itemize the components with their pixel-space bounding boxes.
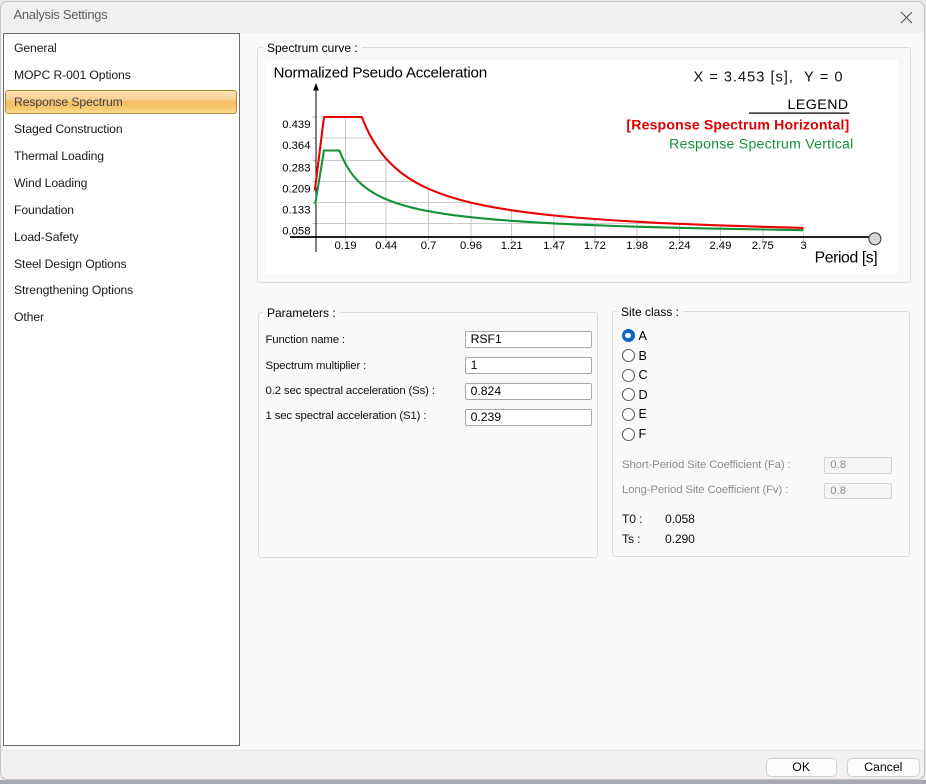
svg-text:0.96: 0.96	[460, 240, 482, 252]
svg-text:Response Spectrum Vertical: Response Spectrum Vertical	[669, 135, 853, 151]
svg-text:2.24: 2.24	[669, 240, 691, 252]
svg-text:1.21: 1.21	[501, 240, 523, 252]
svg-text:LEGEND: LEGEND	[788, 97, 849, 113]
svg-text:Period [s]: Period [s]	[815, 250, 878, 267]
svg-text:Normalized Pseudo Acceleration: Normalized Pseudo Acceleration	[274, 65, 488, 82]
svg-text:0.364: 0.364	[282, 140, 310, 152]
svg-text:0.209: 0.209	[282, 184, 310, 196]
svg-text:0.133: 0.133	[282, 205, 310, 217]
svg-text:3: 3	[800, 240, 806, 252]
svg-text:0.439: 0.439	[282, 119, 310, 131]
svg-text:[Response Spectrum Horizontal]: [Response Spectrum Horizontal]	[626, 116, 849, 132]
svg-text:0.44: 0.44	[375, 240, 397, 252]
svg-text:1.47: 1.47	[543, 240, 565, 252]
svg-text:0.7: 0.7	[421, 240, 437, 252]
svg-text:0.19: 0.19	[335, 240, 357, 252]
svg-text:1.72: 1.72	[584, 240, 606, 252]
svg-text:0.058: 0.058	[282, 226, 310, 238]
svg-text:2.49: 2.49	[709, 240, 731, 252]
svg-text:1.98: 1.98	[626, 240, 648, 252]
svg-text:2.75: 2.75	[752, 240, 774, 252]
svg-text:X = 3.453 [s], Y = 0: X = 3.453 [s], Y = 0	[694, 70, 844, 86]
svg-text:0.283: 0.283	[282, 163, 310, 175]
